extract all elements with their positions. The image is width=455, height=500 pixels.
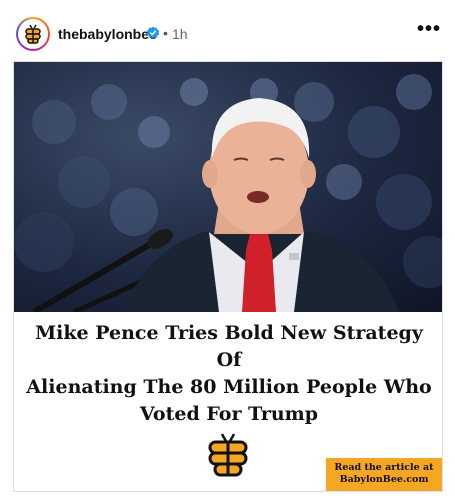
verified-badge-icon (146, 26, 160, 39)
cta-line: BabylonBee.com (339, 474, 429, 485)
headline-line: Mike Pence Tries Bold New Strategy Of (35, 322, 423, 371)
meta-separator: • (163, 25, 168, 41)
headline: Mike Pence Tries Bold New Strategy Of Al… (24, 320, 434, 428)
post-header: thebabylonbee • 1h ••• (0, 0, 455, 58)
news-photo (14, 62, 442, 312)
headline-line: Alienating The 80 Million People Who (26, 376, 432, 398)
headline-line: Voted For Trump (139, 403, 319, 425)
username[interactable]: thebabylonbee (58, 26, 157, 42)
avatar[interactable] (16, 17, 50, 51)
post-card[interactable]: Mike Pence Tries Bold New Strategy Of Al… (13, 61, 443, 492)
bee-logo-icon (208, 433, 248, 477)
bee-logo-icon (18, 19, 48, 49)
read-article-button[interactable]: Read the article at BabylonBee.com (326, 458, 442, 491)
cta-line: Read the article at (334, 462, 434, 473)
post-time: 1h (172, 26, 188, 42)
more-options-icon[interactable]: ••• (417, 18, 441, 41)
